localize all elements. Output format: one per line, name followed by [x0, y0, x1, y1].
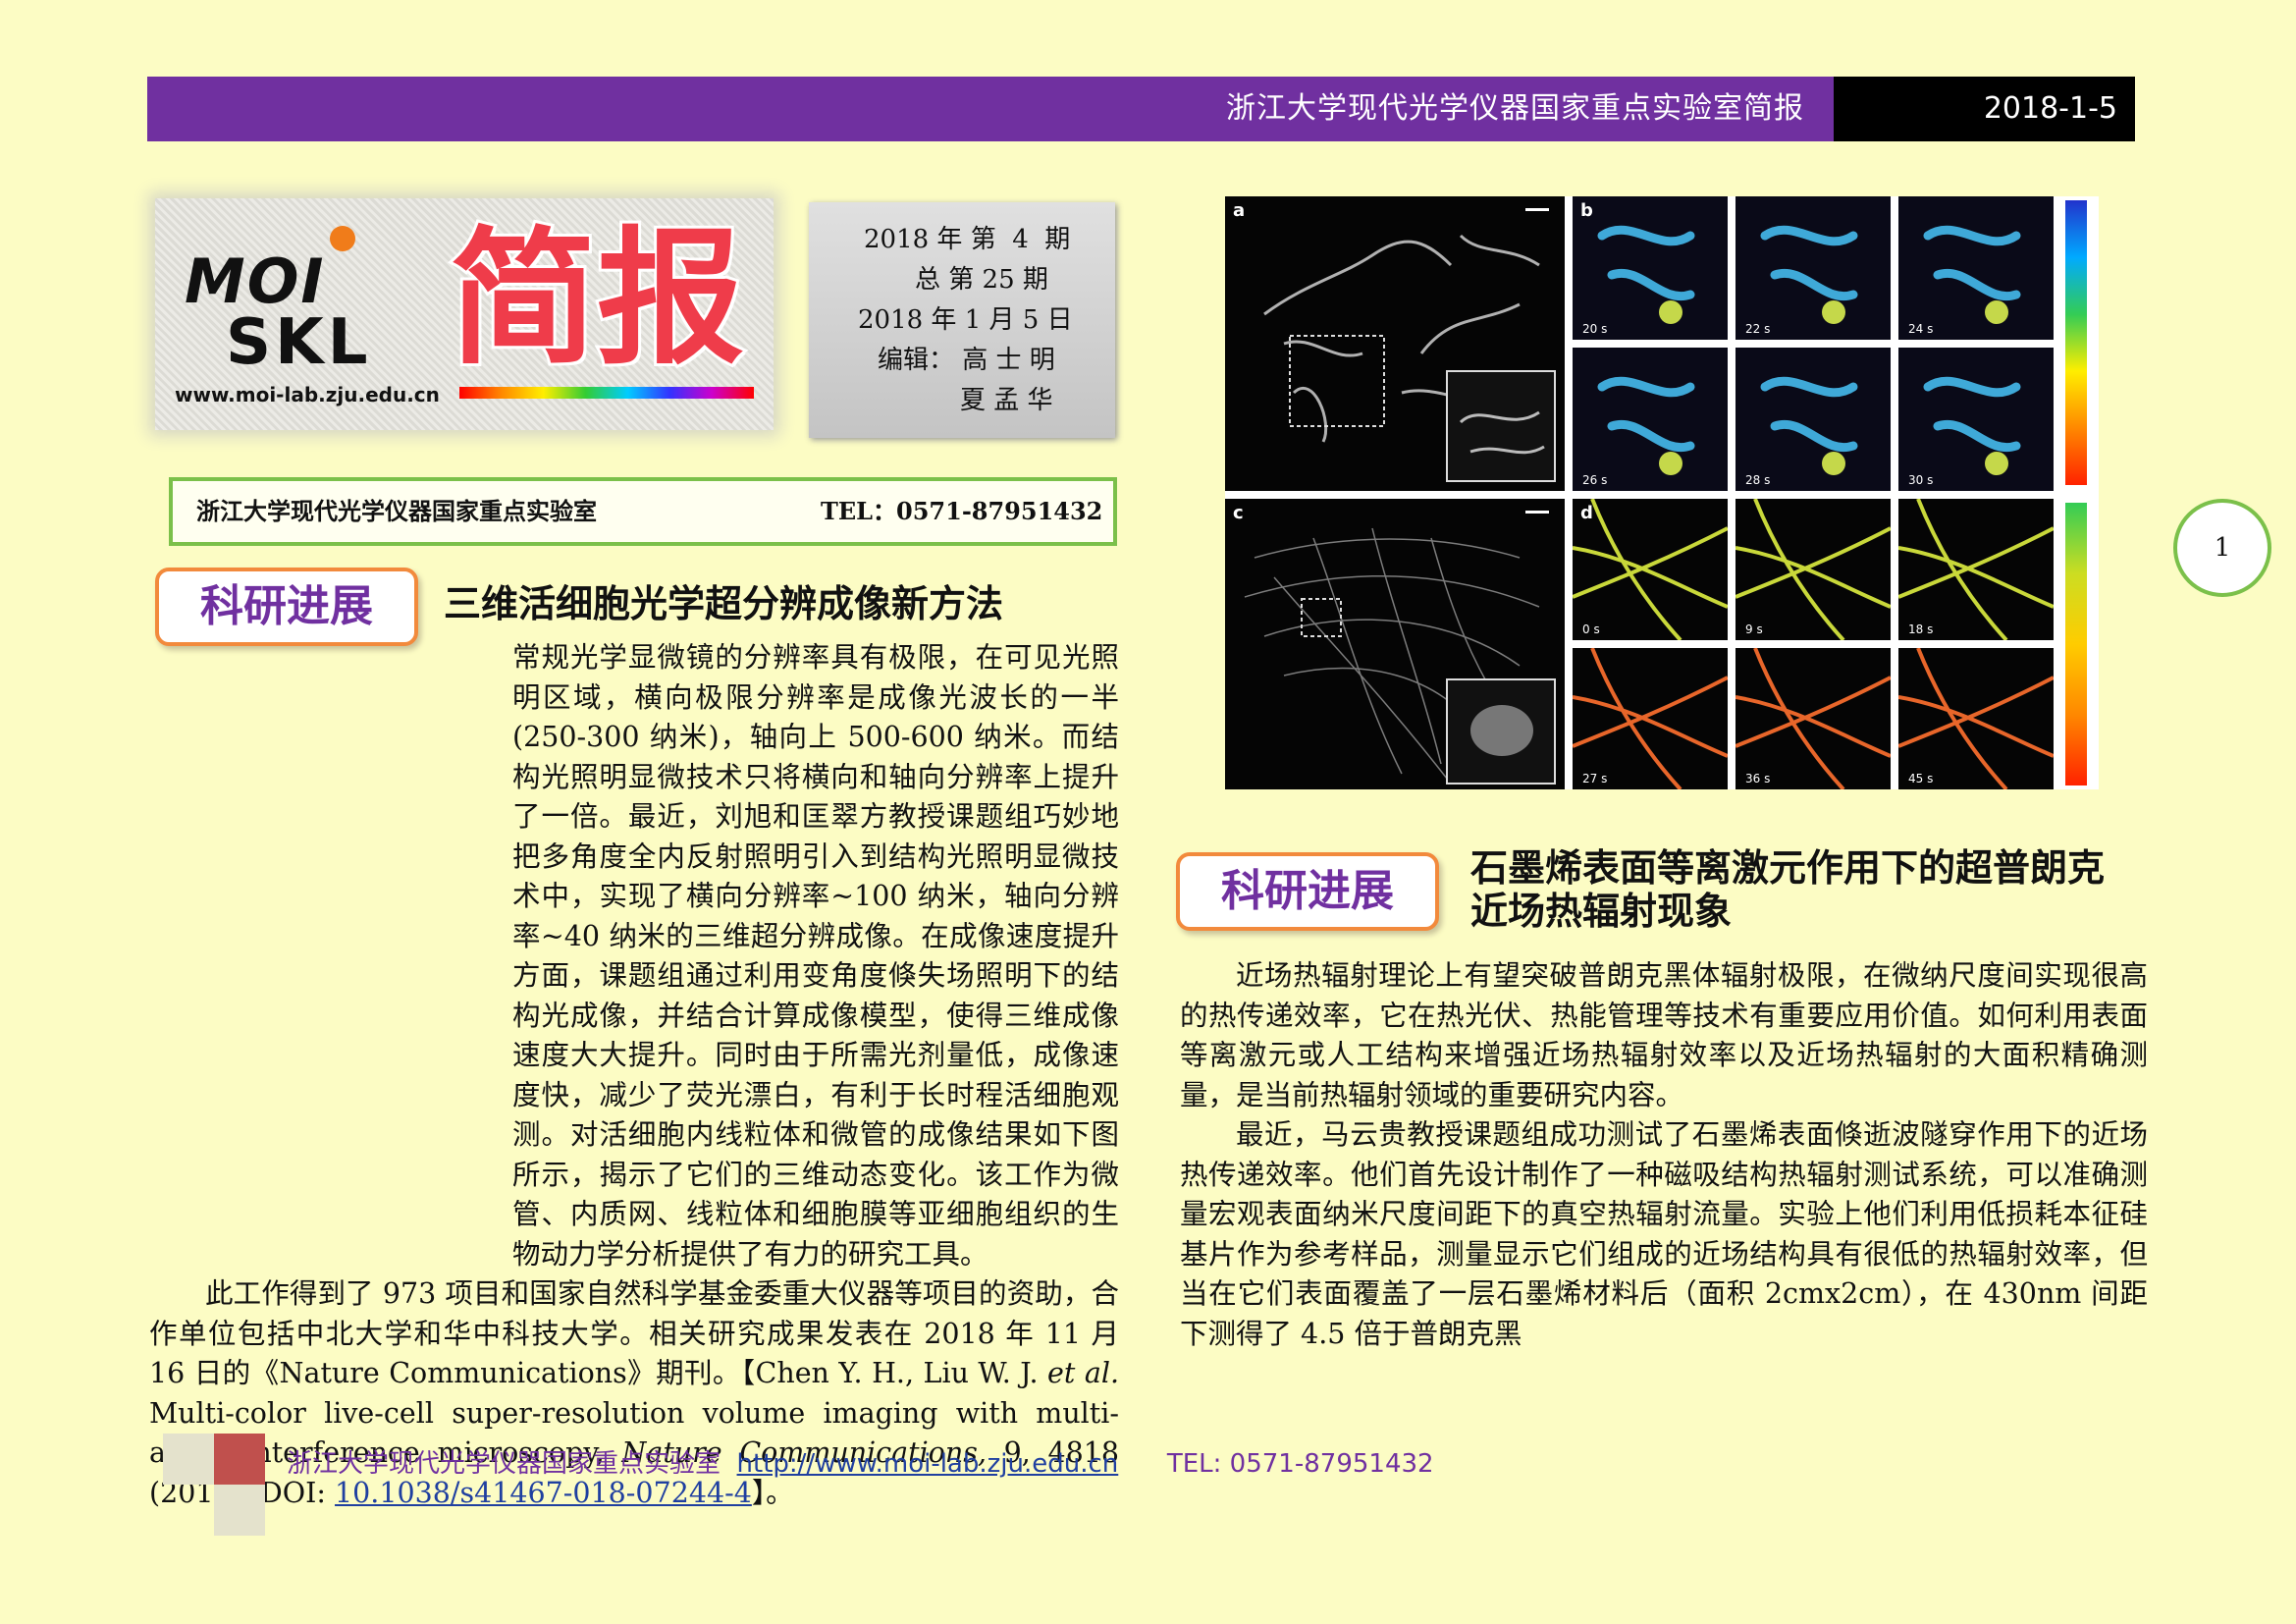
d-time-label: 18 s	[1908, 623, 1934, 636]
article1-paragraph-1: 常规光学显微镜的分辨率具有极限，在可见光照明区域，横向极限分辨率是成像光波长的一…	[149, 638, 1119, 1274]
header-date-box: 2018-1-5	[1834, 77, 2135, 141]
b-time-label: 22 s	[1745, 322, 1771, 336]
lab-name: 浙江大学现代光学仪器国家重点实验室	[196, 498, 597, 525]
b-time-label: 30 s	[1908, 473, 1934, 487]
mitochondria-image	[1263, 208, 1556, 482]
issue-number: 2018 年 第 4 期	[864, 225, 1071, 254]
footer-square-red	[214, 1434, 265, 1485]
b-tile: 28 s	[1735, 348, 1891, 491]
footer-square	[214, 1485, 265, 1536]
b-time-label: 26 s	[1582, 473, 1608, 487]
logo-jianbao: 简报	[447, 213, 747, 386]
header-title: 浙江大学现代光学仪器国家重点实验室简报	[1226, 91, 1804, 126]
d-time-label: 36 s	[1745, 772, 1771, 785]
figure-panel-d: d0 s 9 s 18 s 27 s 36 s 45 s	[1573, 499, 2059, 789]
article1-title: 三维活细胞光学超分辨成像新方法	[444, 582, 1004, 625]
d-time-label: 27 s	[1582, 772, 1608, 785]
colorbar-top	[2065, 200, 2087, 485]
figure-panel-b: b 20 s 22 s 24 s 26 s 28 s 30 s	[1573, 196, 2059, 491]
d-tile: 27 s	[1573, 648, 1728, 789]
microtubule-image	[1244, 511, 1556, 785]
article2-title: 石墨烯表面等离激元作用下的超普朗克 近场热辐射现象	[1470, 846, 2105, 933]
figure-panel-a: a	[1225, 196, 1565, 491]
d-tile: 36 s	[1735, 648, 1891, 789]
issue-editor: 编辑： 高 士 明	[878, 346, 1055, 375]
d-tile: 18 s	[1898, 499, 2054, 640]
lab-contact-bar: 浙江大学现代光学仪器国家重点实验室 TEL：0571-87951432	[169, 477, 1117, 546]
footer-square	[163, 1434, 214, 1485]
article2-title-line1: 石墨烯表面等离激元作用下的超普朗克	[1470, 846, 2106, 890]
article1-body: 常规光学显微镜的分辨率具有极限，在可见光照明区域，横向极限分辨率是成像光波长的一…	[149, 638, 1119, 1513]
issue-total: 总 第 25 期	[915, 265, 1048, 295]
d-time-label: 9 s	[1745, 623, 1763, 636]
d-tile: 45 s	[1898, 648, 2054, 789]
research-figure: a c b 20 s 22 s 24 s 26 s 28 s 30 s d 0 …	[1225, 196, 2099, 789]
doi-link[interactable]: 10.1038/s41467-018-07244-4	[335, 1477, 752, 1509]
article1-etal: et al.	[1047, 1357, 1120, 1389]
issue-date: 2018 年 1 月 5 日	[858, 305, 1073, 335]
b-tile: b 20 s	[1573, 196, 1728, 340]
section-tag-research: 科研进展	[155, 568, 418, 646]
logo-rainbow-bar	[459, 387, 754, 399]
header-date: 2018-1-5	[1983, 91, 2117, 126]
b-time-label: 24 s	[1908, 322, 1934, 336]
article2-title-line2: 近场热辐射现象	[1470, 890, 1733, 933]
article1-p2-text-d: 】。	[751, 1476, 794, 1509]
issue-info-box: 2018 年 第 4 期 总 第 25 期 2018 年 1 月 5 日 编辑：…	[809, 202, 1115, 438]
section-tag-research-2: 科研进展	[1176, 852, 1439, 931]
b-tile: 22 s	[1735, 196, 1891, 340]
logo-dot-icon	[330, 226, 355, 251]
issue-editor-2: 夏 孟 华	[960, 386, 1053, 415]
page-number: 1	[2173, 499, 2271, 597]
d-time-label: 45 s	[1908, 772, 1934, 785]
article2-body: 近场热辐射理论上有望突破普朗克黑体辐射极限，在微纳尺度间实现很高的热传递效率，它…	[1180, 956, 2148, 1354]
footer-tel: TEL: 0571-87951432	[1166, 1449, 1434, 1479]
figure-panel-c: c	[1225, 499, 1565, 789]
d-tile: d0 s	[1573, 499, 1728, 640]
b-time-label: 28 s	[1745, 473, 1771, 487]
article2-paragraph-1: 近场热辐射理论上有望突破普朗克黑体辐射极限，在微纳尺度间实现很高的热传递效率，它…	[1180, 959, 2148, 1111]
article2-paragraph-2: 最近，马云贵教授课题组成功测试了石墨烯表面倏逝波隧穿作用下的近场热传递效率。他们…	[1180, 1118, 2148, 1350]
d-tile: 9 s	[1735, 499, 1891, 640]
logo-skl: SKL	[226, 306, 372, 379]
lab-tel: TEL：0571-87951432	[821, 497, 1103, 525]
b-tile: 24 s	[1898, 196, 2054, 340]
logo-url: www.moi-lab.zju.edu.cn	[175, 383, 440, 406]
b-tile: 26 s	[1573, 348, 1728, 491]
colorbar-bottom	[2065, 503, 2087, 785]
newsletter-logo: MOI SKL 简报 www.moi-lab.zju.edu.cn	[155, 198, 774, 430]
b-tile: 30 s	[1898, 348, 2054, 491]
footer-url-link[interactable]: http://www.moi-lab.zju.edu.cn	[737, 1449, 1119, 1479]
footer-lab: 浙江大学现代光学仪器国家重点实验室	[287, 1449, 721, 1479]
article1-p1-text: 常规光学显微镜的分辨率具有极限，在可见光照明区域，横向极限分辨率是成像光波长的一…	[512, 641, 1119, 1271]
d-time-label: 0 s	[1582, 623, 1600, 636]
header-band: 浙江大学现代光学仪器国家重点实验室简报	[147, 77, 1834, 141]
footer-line: 浙江大学现代光学仪器国家重点实验室 http://www.moi-lab.zju…	[287, 1443, 1434, 1480]
article1-p2-text-a: 此工作得到了 973 项目和国家自然科学基金委重大仪器等项目的资助，合作单位包括…	[149, 1277, 1119, 1389]
b-time-label: 20 s	[1582, 322, 1608, 336]
